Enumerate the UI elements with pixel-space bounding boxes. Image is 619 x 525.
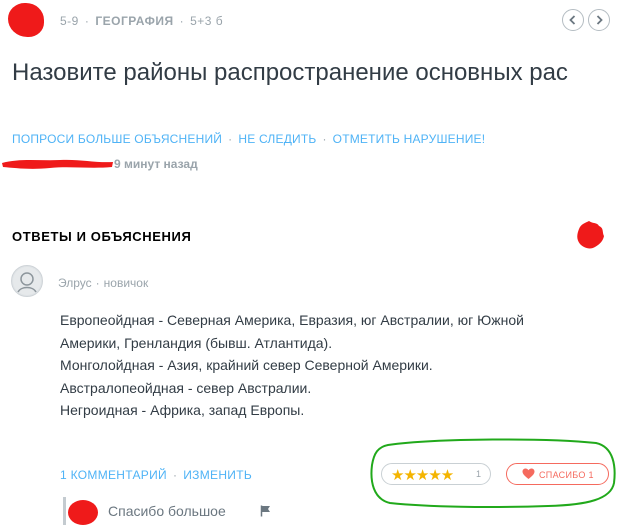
heart-icon [522, 468, 535, 479]
next-question-button[interactable] [588, 9, 610, 31]
asker-avatar-redacted [8, 3, 44, 37]
answerer-rank: новичок [103, 276, 149, 290]
flag-icon[interactable] [260, 505, 271, 517]
chevron-left-icon [569, 15, 576, 25]
question-time: 9 минут назад [114, 157, 198, 171]
asker-name-redacted [2, 159, 113, 169]
chevron-right-icon [596, 15, 603, 25]
answer-links: 1 КОММЕНТАРИЙ · ИЗМЕНИТЬ [60, 468, 253, 482]
subject-link[interactable]: ГЕОГРАФИЯ [95, 14, 173, 28]
comments-link[interactable]: 1 КОММЕНТАРИЙ [60, 468, 167, 482]
question-title: Назовите районы распространение основных… [12, 59, 568, 86]
answer-line: Негроидная - Африка, запад Европы. [60, 402, 305, 418]
ask-more-link[interactable]: ПОПРОСИ БОЛЬШЕ ОБЪЯСНЕНИЙ [12, 132, 222, 146]
answerer-name[interactable]: Элрус [58, 276, 92, 290]
comment-text: Спасибо большое [108, 503, 226, 519]
user-avatar-icon [13, 267, 41, 295]
question-actions: ПОПРОСИ БОЛЬШЕ ОБЪЯСНЕНИЙ · НЕ СЛЕДИТЬ · ОТМ… [12, 132, 486, 146]
star-icon[interactable]: ★★★★★ [391, 466, 454, 484]
answer-line: Австралопеойдная - север Австралии. [60, 379, 312, 396]
comment-divider [63, 497, 66, 525]
answerer-info: Элрус · новичок [58, 276, 149, 290]
answer-line: Америки, Гренландия (бывш. Атлантида). [60, 334, 333, 351]
report-link[interactable]: ОТМЕТИТЬ НАРУШЕНИЕ! [333, 132, 486, 146]
rating-count: 1 [475, 469, 481, 479]
edit-link[interactable]: ИЗМЕНИТЬ [183, 468, 252, 482]
points-label: 5+3 б [190, 14, 224, 28]
question-meta: 5-9 · ГЕОГРАФИЯ · 5+3 б [60, 14, 224, 28]
answer-line: Монголойдная - Азия, крайний север Север… [60, 357, 433, 373]
thanks-label: СПАСИБО 1 [539, 470, 594, 480]
answer-line: Европеойдная - Северная Америка, Евразия… [60, 312, 524, 328]
answer-text: Европеойдная - Северная Америка, Евразия… [60, 309, 600, 422]
answerer-avatar[interactable] [11, 265, 43, 297]
annotation-blot [577, 221, 604, 249]
unfollow-link[interactable]: НЕ СЛЕДИТЬ [238, 132, 316, 146]
prev-question-button[interactable] [562, 9, 584, 31]
grade-label: 5-9 [60, 14, 79, 28]
rating-widget[interactable]: ★★★★★ 1 [381, 463, 491, 485]
commenter-avatar-redacted [68, 500, 98, 525]
answers-section-title: ОТВЕТЫ И ОБЪЯСНЕНИЯ [12, 229, 192, 244]
thanks-button[interactable]: СПАСИБО 1 [506, 463, 609, 485]
